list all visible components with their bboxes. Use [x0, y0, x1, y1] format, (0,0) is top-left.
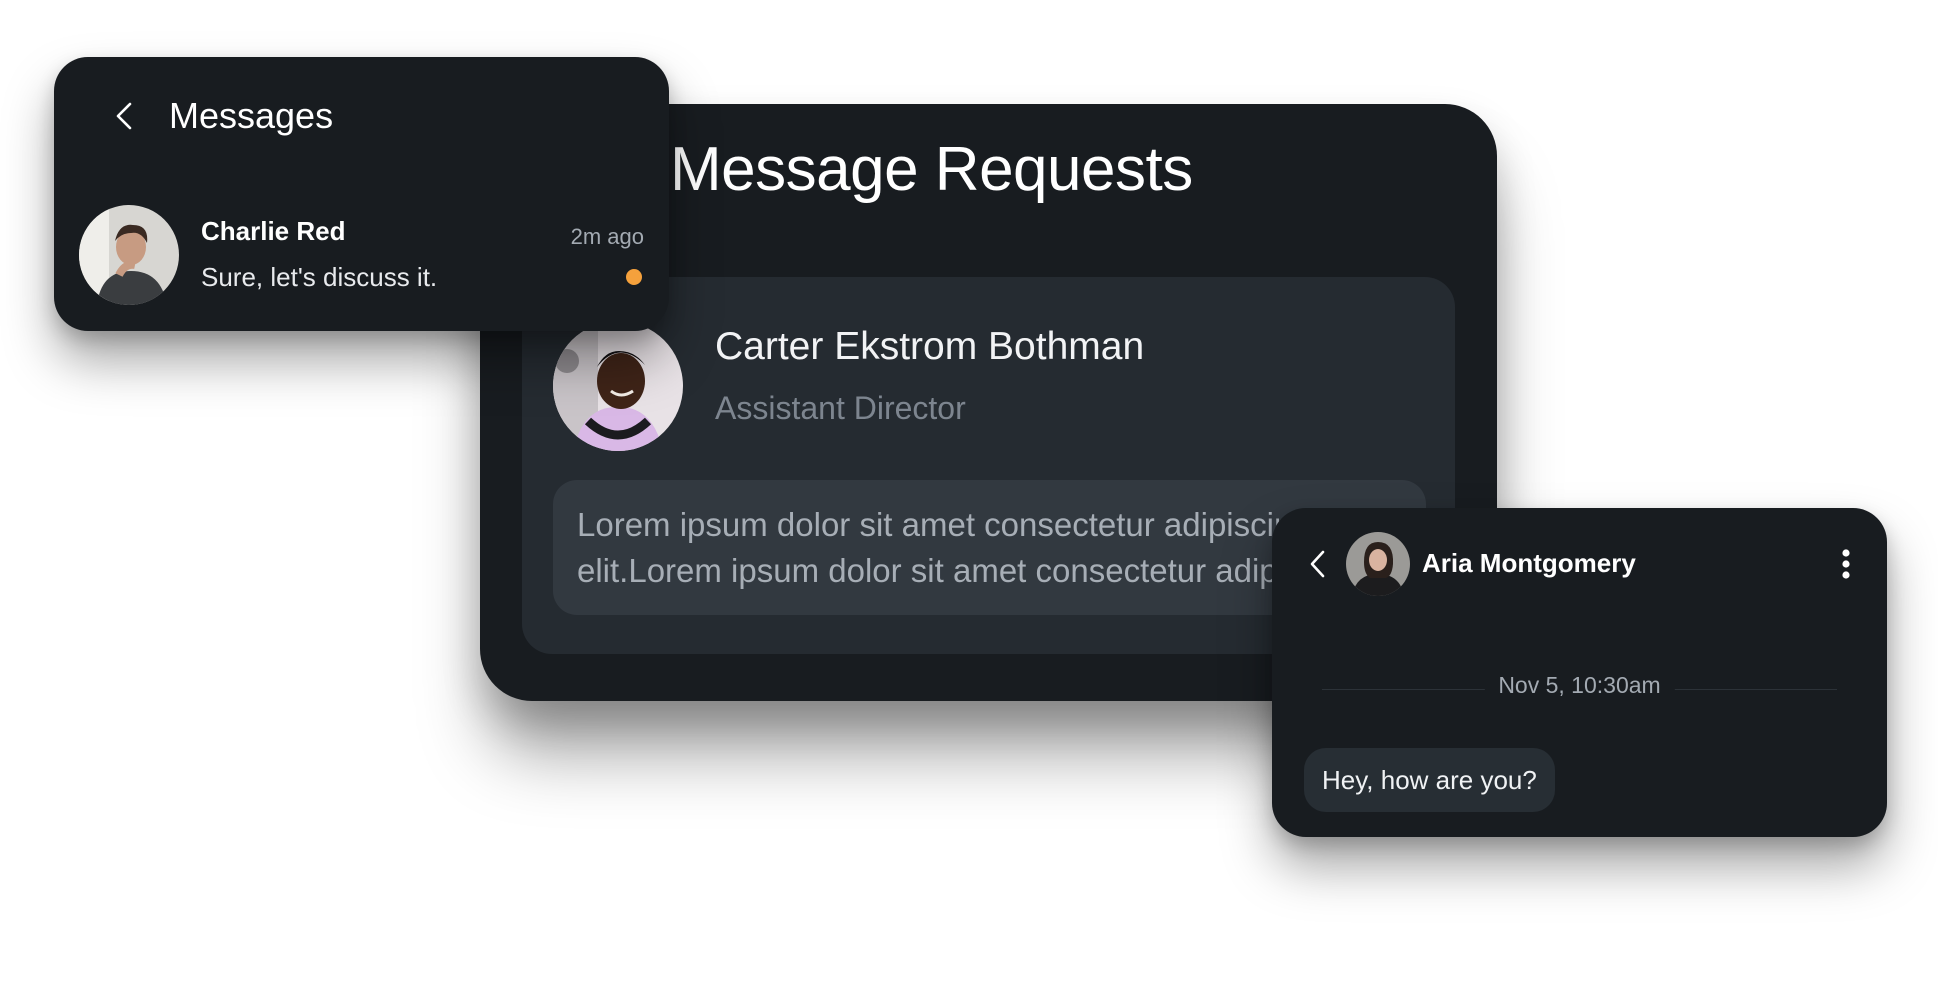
conversation-card: Aria Montgomery Nov 5, 10:30am Hey, how …: [1272, 508, 1887, 837]
more-vertical-icon[interactable]: [1841, 548, 1851, 580]
canvas: Message Requests Carter Ekstrom Bothman …: [0, 0, 1938, 1008]
contact-name: Charlie Red: [201, 216, 346, 246]
messages-card: Messages Charlie Red Sure, let's discuss…: [54, 57, 669, 331]
back-icon[interactable]: [1304, 548, 1332, 580]
back-icon[interactable]: [108, 99, 142, 133]
sender-role: Assistant Director: [715, 390, 966, 426]
date-separator: Nov 5, 10:30am: [1484, 672, 1675, 699]
avatar: [79, 205, 179, 305]
unread-indicator: [626, 269, 642, 285]
avatar-photo: [79, 205, 179, 305]
contact-name: Aria Montgomery: [1422, 548, 1636, 578]
avatar-photo: [553, 321, 683, 451]
messages-title: Messages: [169, 95, 334, 136]
page-title: Message Requests: [670, 135, 1193, 204]
avatar-photo: [1346, 532, 1410, 596]
avatar: [1346, 532, 1410, 596]
message-bubble: Hey, how are you?: [1304, 748, 1555, 812]
avatar: [553, 321, 683, 451]
last-message: Sure, let's discuss it.: [201, 262, 438, 292]
sender-name: Carter Ekstrom Bothman: [715, 325, 1145, 368]
timestamp: 2m ago: [570, 224, 644, 249]
